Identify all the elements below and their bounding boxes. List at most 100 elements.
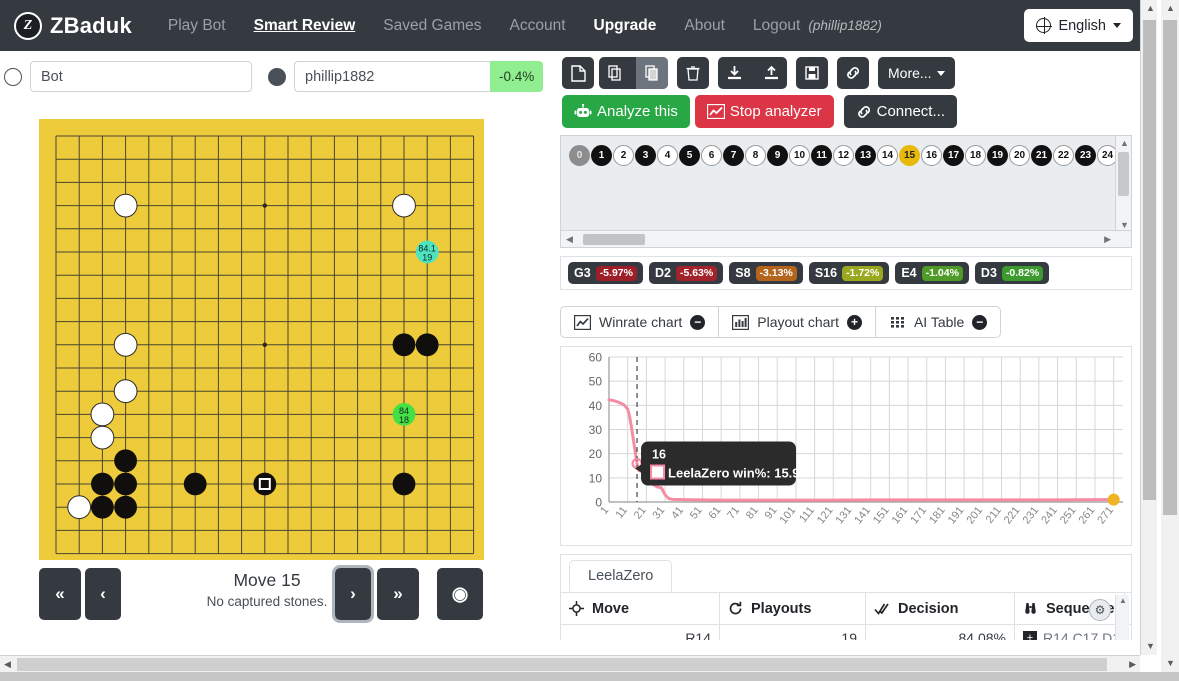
move-stone-14[interactable]: 14 <box>877 145 898 166</box>
scroll-up-icon[interactable]: ▲ <box>1119 596 1127 605</box>
move-list[interactable]: 0 1 2 3 4 5 6 7 8 9 10 11 12 13 14 15 16 17 18 19 20 21 22 23 24… <box>560 135 1132 248</box>
suggestion-S8[interactable]: S8 -3.13% <box>729 262 803 284</box>
first-move-button[interactable]: « <box>39 568 81 620</box>
scroll-up-icon[interactable]: ▲ <box>1146 3 1155 13</box>
scroll-right-icon[interactable]: ▶ <box>1129 659 1136 670</box>
new-file-button[interactable] <box>562 57 594 89</box>
paste-button[interactable] <box>636 57 668 89</box>
winrate-chart-svg[interactable]: 01020304050601 11 21 31 41 51 61 71 81 9110111112… <box>561 347 1131 545</box>
scroll-thumb[interactable] <box>1143 20 1156 500</box>
suggestion-D3[interactable]: D3 -0.82% <box>974 262 1050 284</box>
column-header-decision[interactable]: Decision <box>866 593 1015 624</box>
move-stone-16[interactable]: 16 <box>921 145 942 166</box>
move-stone-18[interactable]: 18 <box>965 145 986 166</box>
scroll-up-icon[interactable]: ▲ <box>1120 138 1129 148</box>
browser-vertical-scrollbar[interactable]: ▲ ▼ <box>1161 0 1179 672</box>
inner-horizontal-scrollbar[interactable]: ◀ ▶ <box>0 655 1140 672</box>
column-header-move[interactable]: Move <box>561 593 720 624</box>
suggestion-S16[interactable]: S16 -1.72% <box>808 262 890 284</box>
move-stone-23[interactable]: 23 <box>1075 145 1096 166</box>
connect-button[interactable]: Connect... <box>843 95 957 128</box>
white-player-name[interactable]: Bot <box>30 61 252 92</box>
scroll-thumb[interactable] <box>583 234 645 245</box>
move-stone-7[interactable]: 7 <box>723 145 744 166</box>
move-stone-8[interactable]: 8 <box>745 145 766 166</box>
suggestion-D2[interactable]: D2 -5.63% <box>648 262 724 284</box>
move-stone-21[interactable]: 21 <box>1031 145 1052 166</box>
move-stone-22[interactable]: 22 <box>1053 145 1074 166</box>
move-stone-3[interactable]: 3 <box>635 145 656 166</box>
inner-vertical-scrollbar[interactable]: ▲ ▼ <box>1140 0 1157 655</box>
language-selector[interactable]: English <box>1024 9 1133 42</box>
scroll-left-icon[interactable]: ◀ <box>566 234 573 245</box>
winrate-chart[interactable]: 0 10 20 30 40 50 60 1 11 21 31 41 51 61 71 81 91 101 111 12… <box>560 346 1132 546</box>
scroll-right-icon[interactable]: ▶ <box>1104 234 1111 245</box>
stop-analyzer-button[interactable]: Stop analyzer <box>694 95 834 128</box>
upload-button[interactable] <box>755 57 787 89</box>
brand[interactable]: Z ZBaduk <box>14 11 132 40</box>
scroll-left-icon[interactable]: ◀ <box>4 659 11 670</box>
go-board[interactable]: 84.1 19 84 18 <box>39 119 484 560</box>
tab-ai-table[interactable]: AI Table − <box>876 307 1000 337</box>
move-stone-2[interactable]: 2 <box>613 145 634 166</box>
expand-toggle-icon[interactable]: + <box>846 314 862 330</box>
go-board-svg[interactable]: 84.1198418 <box>39 119 484 560</box>
scroll-down-icon[interactable]: ▼ <box>1166 658 1175 668</box>
move-stone-5[interactable]: 5 <box>679 145 700 166</box>
next-move-button[interactable]: › <box>332 565 374 623</box>
scroll-up-icon[interactable]: ▲ <box>1166 3 1175 13</box>
gear-icon[interactable]: ⚙ <box>1089 599 1111 621</box>
more-button[interactable]: More... <box>878 57 955 89</box>
move-stone-0[interactable]: 0 <box>569 145 590 166</box>
collapse-toggle-icon[interactable]: − <box>690 314 706 330</box>
prev-move-button[interactable]: ‹ <box>85 568 121 620</box>
move-stone-1[interactable]: 1 <box>591 145 612 166</box>
x-tick-label: 101 <box>778 504 799 526</box>
move-stone-4[interactable]: 4 <box>657 145 678 166</box>
move-stone-11[interactable]: 11 <box>811 145 832 166</box>
move-stone-12[interactable]: 12 <box>833 145 854 166</box>
nav-link-about[interactable]: About <box>670 11 739 41</box>
move-stone-17[interactable]: 17 <box>943 145 964 166</box>
collapse-toggle-icon[interactable]: − <box>972 314 988 330</box>
link-button[interactable] <box>837 57 869 89</box>
browser-horizontal-scrollbar[interactable] <box>0 672 1179 681</box>
scroll-thumb[interactable] <box>17 658 1107 671</box>
delete-button[interactable] <box>677 57 709 89</box>
transfer-group[interactable] <box>718 57 787 89</box>
move-stone-20[interactable]: 20 <box>1009 145 1030 166</box>
last-move-button[interactable]: » <box>377 568 419 620</box>
move-stone-13[interactable]: 13 <box>855 145 876 166</box>
move-stone-19[interactable]: 19 <box>987 145 1008 166</box>
tab-winrate-chart[interactable]: Winrate chart − <box>561 307 720 337</box>
scroll-down-icon[interactable]: ▼ <box>1120 220 1129 230</box>
nav-link-smart-review[interactable]: Smart Review <box>240 11 370 41</box>
analyze-button[interactable]: Analyze this <box>562 95 690 128</box>
suggestion-G3[interactable]: G3 -5.97% <box>568 262 643 284</box>
ai-engine-tab[interactable]: LeelaZero <box>569 560 673 592</box>
move-list-vertical-scrollbar[interactable]: ▲ ▼ <box>1115 136 1131 232</box>
nav-link-upgrade[interactable]: Upgrade <box>580 11 671 41</box>
nav-link-play-bot[interactable]: Play Bot <box>154 11 240 41</box>
copy-button[interactable] <box>599 57 631 89</box>
move-stone-row[interactable]: 0 1 2 3 4 5 6 7 8 9 10 11 12 13 14 15 16 17 18 19 20 21 22 23 24 <box>561 136 1131 175</box>
move-stone-15[interactable]: 15 <box>899 145 920 166</box>
suggestion-E4[interactable]: E4 -1.04% <box>895 262 969 284</box>
scroll-down-icon[interactable]: ▼ <box>1146 641 1155 651</box>
scroll-thumb[interactable] <box>1163 20 1177 515</box>
tab-playout-chart[interactable]: Playout chart + <box>719 307 876 337</box>
save-button[interactable] <box>796 57 828 89</box>
scroll-thumb[interactable] <box>1118 152 1129 196</box>
download-button[interactable] <box>718 57 750 89</box>
black-player-name[interactable]: phillip1882 <box>294 61 490 92</box>
move-stone-9[interactable]: 9 <box>767 145 788 166</box>
move-list-horizontal-scrollbar[interactable]: ◀ ▶ <box>561 230 1131 247</box>
move-stone-10[interactable]: 10 <box>789 145 810 166</box>
column-header-playouts[interactable]: Playouts <box>720 593 866 624</box>
nav-link-account[interactable]: Account <box>496 11 580 41</box>
nav-link-logout[interactable]: Logout <box>739 11 814 41</box>
nav-link-saved-games[interactable]: Saved Games <box>369 11 495 41</box>
move-stone-6[interactable]: 6 <box>701 145 722 166</box>
toggle-view-button[interactable]: ◉ <box>437 568 483 620</box>
copy-paste-group[interactable] <box>599 57 668 89</box>
